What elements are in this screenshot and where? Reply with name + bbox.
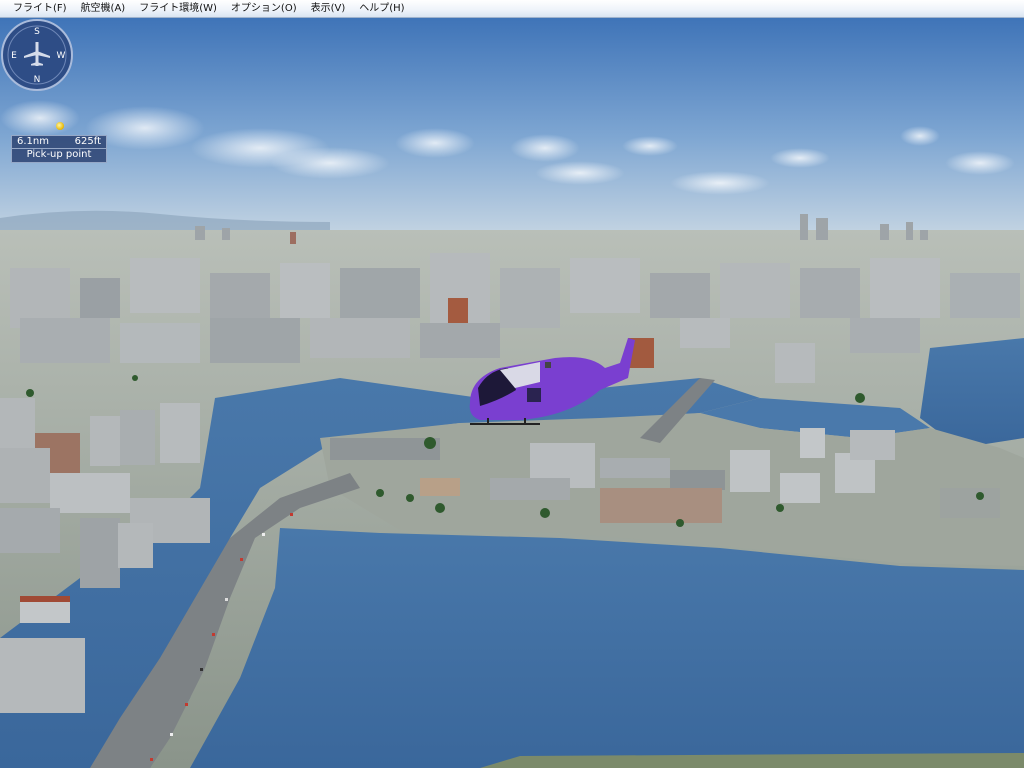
target-marker-icon bbox=[56, 122, 64, 130]
menu-view[interactable]: 表示(V) bbox=[304, 0, 353, 18]
menu-world[interactable]: フライト環境(W) bbox=[132, 0, 224, 18]
compass-west-label: W bbox=[57, 51, 66, 61]
menu-flight[interactable]: フライト(F) bbox=[6, 0, 74, 18]
flight-scene-view[interactable]: S N E W 6.1nm 625ft Pick-up point bbox=[0, 18, 1024, 768]
menu-aircraft[interactable]: 航空機(A) bbox=[74, 0, 133, 18]
compass-north-label: N bbox=[34, 75, 41, 85]
compass-east-label: E bbox=[11, 51, 17, 61]
hud-info-panel: 6.1nm 625ft Pick-up point bbox=[11, 135, 107, 163]
menu-options[interactable]: オプション(O) bbox=[224, 0, 304, 18]
scene-graphic bbox=[0, 18, 1024, 768]
menu-help[interactable]: ヘルプ(H) bbox=[352, 0, 411, 18]
hud-distance-row: 6.1nm 625ft bbox=[11, 135, 107, 149]
compass: S N E W bbox=[1, 19, 73, 91]
compass-south-label: S bbox=[34, 27, 40, 37]
hud-altitude: 625ft bbox=[74, 136, 101, 147]
menu-bar: フライト(F) 航空機(A) フライト環境(W) オプション(O) 表示(V) … bbox=[0, 0, 1024, 18]
hud-target-row: Pick-up point bbox=[11, 149, 107, 163]
hud-target: Pick-up point bbox=[26, 149, 92, 160]
hud-distance: 6.1nm bbox=[17, 136, 49, 147]
